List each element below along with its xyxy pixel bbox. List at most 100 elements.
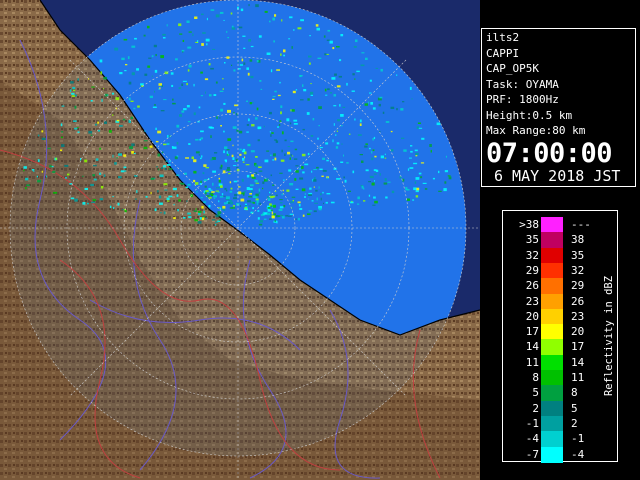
echo-pixel	[143, 140, 148, 142]
echo-pixel	[220, 185, 223, 188]
legend-high-value: 8	[571, 386, 578, 400]
echo-pixel	[246, 174, 250, 178]
echo-pixel	[322, 191, 324, 194]
echo-pixel	[231, 27, 236, 30]
echo-pixel	[275, 140, 279, 143]
echo-pixel	[187, 46, 192, 49]
echo-pixel	[320, 193, 322, 196]
echo-pixel	[238, 68, 241, 70]
legend-color-swatch	[541, 446, 563, 463]
echo-pixel	[445, 155, 447, 158]
echo-pixel	[218, 215, 222, 217]
radar-map[interactable]	[0, 0, 480, 480]
echo-pixel	[444, 181, 447, 184]
observation-time: 07:00:00	[486, 137, 613, 169]
echo-pixel	[41, 137, 46, 140]
echo-pixel	[204, 185, 207, 188]
legend-color-swatch	[541, 431, 563, 448]
echo-pixel	[70, 81, 74, 84]
echo-pixel	[415, 190, 419, 193]
echo-pixel	[248, 118, 250, 122]
echo-pixel	[258, 170, 263, 172]
echo-pixel	[128, 81, 132, 85]
echo-pixel	[183, 217, 186, 219]
echo-pixel	[280, 111, 282, 115]
echo-pixel	[198, 210, 202, 213]
echo-pixel	[103, 174, 106, 177]
echo-pixel	[255, 4, 259, 8]
echo-pixel	[224, 187, 227, 190]
echo-pixel	[215, 14, 220, 18]
echo-pixel	[219, 166, 223, 170]
echo-pixel	[327, 88, 330, 91]
echo-pixel	[403, 149, 407, 152]
echo-pixel	[155, 140, 159, 143]
echo-pixel	[351, 90, 355, 92]
echo-pixel	[325, 94, 328, 96]
echo-pixel	[226, 56, 230, 59]
echo-pixel	[167, 164, 171, 166]
echo-pixel	[179, 114, 182, 117]
legend-high-value: 11	[571, 371, 585, 384]
echo-pixel	[281, 149, 283, 153]
echo-pixel	[279, 202, 283, 204]
echo-pixel	[262, 181, 265, 184]
echo-pixel	[172, 146, 177, 149]
echo-pixel	[74, 105, 77, 109]
echo-pixel	[289, 157, 291, 160]
echo-pixel	[233, 69, 236, 72]
legend-color-swatch	[541, 324, 563, 341]
echo-pixel	[36, 175, 38, 178]
echo-pixel	[336, 85, 341, 88]
echo-pixel	[160, 55, 164, 59]
echo-pixel	[409, 167, 414, 169]
echo-pixel	[280, 53, 282, 56]
echo-pixel	[291, 46, 293, 49]
echo-pixel	[122, 118, 126, 121]
echo-pixel	[147, 25, 150, 29]
echo-pixel	[319, 168, 323, 170]
echo-pixel	[336, 142, 340, 145]
echo-pixel	[375, 67, 379, 69]
echo-pixel	[274, 14, 277, 17]
echo-pixel	[234, 104, 239, 107]
echo-pixel	[155, 54, 157, 57]
echo-pixel	[200, 157, 202, 160]
echo-pixel	[195, 151, 200, 154]
echo-pixel	[348, 133, 351, 135]
echo-pixel	[372, 107, 376, 110]
echo-pixel	[372, 149, 375, 152]
echo-pixel	[227, 109, 231, 113]
echo-pixel	[258, 188, 261, 192]
echo-pixel	[264, 159, 269, 163]
echo-pixel	[167, 134, 169, 138]
echo-pixel	[204, 78, 209, 81]
echo-pixel	[294, 178, 297, 181]
echo-pixel	[330, 201, 335, 204]
echo-pixel	[95, 158, 99, 161]
echo-pixel	[438, 190, 442, 192]
echo-pixel	[157, 130, 162, 134]
echo-pixel	[185, 157, 189, 159]
echo-pixel	[271, 215, 275, 219]
echo-pixel	[336, 46, 340, 48]
echo-pixel	[283, 54, 285, 57]
echo-pixel	[232, 157, 235, 160]
echo-pixel	[222, 205, 226, 209]
echo-pixel	[37, 134, 40, 137]
echo-pixel	[444, 170, 448, 173]
echo-pixel	[415, 177, 420, 180]
echo-pixel	[194, 219, 198, 222]
echo-pixel	[200, 137, 203, 140]
echo-pixel	[412, 199, 415, 201]
echo-pixel	[249, 59, 253, 62]
echo-pixel	[309, 187, 312, 190]
echo-pixel	[342, 106, 346, 108]
echo-pixel	[291, 196, 296, 198]
echo-pixel	[294, 148, 298, 151]
legend-high-value: 2	[571, 416, 578, 430]
echo-pixel	[316, 197, 318, 201]
echo-pixel	[203, 210, 205, 214]
echo-pixel	[272, 184, 275, 186]
echo-pixel	[246, 131, 249, 133]
